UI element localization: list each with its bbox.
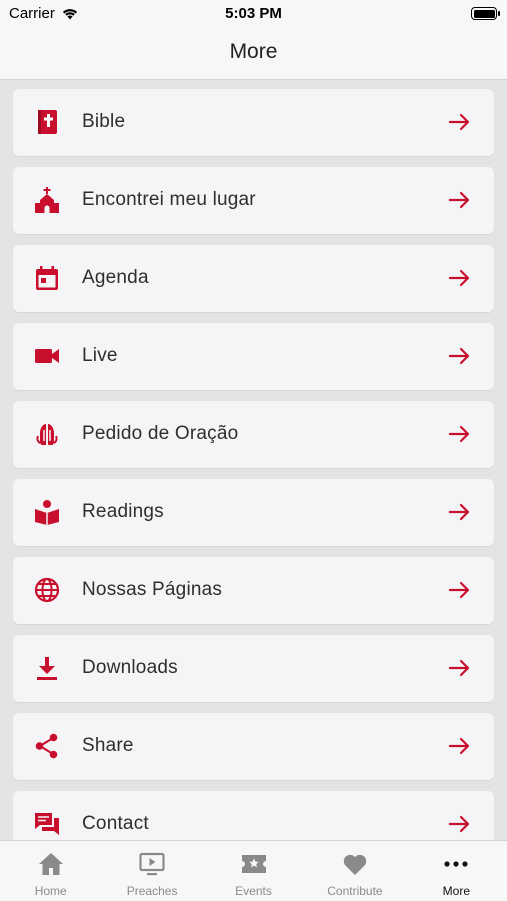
nav-bar: More — [0, 30, 507, 80]
menu-item-downloads[interactable]: Downloads — [13, 635, 494, 702]
menu-list[interactable]: Bible Encontrei meu lugar Agenda Live Pe… — [0, 80, 507, 840]
tab-bar: Home Preaches Events Contribute More — [0, 840, 507, 901]
tab-events[interactable]: Events — [203, 841, 304, 901]
menu-item-label: Contact — [82, 813, 149, 834]
globe-icon — [34, 577, 60, 603]
menu-item-label: Readings — [82, 501, 164, 522]
menu-item-label: Share — [82, 735, 134, 756]
menu-item-agenda[interactable]: Agenda — [13, 245, 494, 312]
tab-label: Events — [235, 884, 272, 898]
status-bar: Carrier 5:03 PM — [0, 0, 507, 30]
video-camera-icon — [35, 349, 59, 363]
battery-icon — [471, 7, 500, 20]
menu-item-live[interactable]: Live — [13, 323, 494, 390]
tab-home[interactable]: Home — [0, 841, 101, 901]
arrow-right-icon — [448, 269, 470, 287]
menu-item-label: Live — [82, 345, 118, 366]
tab-contribute[interactable]: Contribute — [304, 841, 405, 901]
menu-item-share[interactable]: Share — [13, 713, 494, 780]
menu-item-readings[interactable]: Readings — [13, 479, 494, 546]
page-title: More — [229, 40, 278, 63]
tab-preaches[interactable]: Preaches — [101, 841, 202, 901]
play-screen-icon — [139, 852, 165, 876]
menu-item-label: Agenda — [82, 267, 149, 288]
arrow-right-icon — [448, 815, 470, 833]
menu-item-bible[interactable]: Bible — [13, 89, 494, 156]
calendar-icon — [36, 266, 58, 290]
arrow-right-icon — [448, 581, 470, 599]
arrow-right-icon — [448, 113, 470, 131]
menu-item-label: Encontrei meu lugar — [82, 189, 256, 210]
menu-item-contact[interactable]: Contact — [13, 791, 494, 840]
tab-label: Preaches — [126, 884, 178, 898]
menu-item-nossas-paginas[interactable]: Nossas Páginas — [13, 557, 494, 624]
menu-item-encontrei[interactable]: Encontrei meu lugar — [13, 167, 494, 234]
menu-item-label: Nossas Páginas — [82, 579, 223, 600]
book-reader-icon — [35, 500, 59, 525]
menu-item-label: Pedido de Oração — [82, 423, 239, 444]
arrow-right-icon — [448, 347, 470, 365]
more-icon — [444, 861, 468, 867]
home-icon — [38, 853, 63, 875]
share-icon — [35, 733, 58, 759]
chat-icon — [35, 813, 59, 835]
menu-item-pedido[interactable]: Pedido de Oração — [13, 401, 494, 468]
tab-label: More — [442, 884, 470, 898]
tab-label: Contribute — [327, 884, 383, 898]
church-icon — [35, 187, 59, 213]
download-icon — [37, 657, 57, 680]
arrow-right-icon — [448, 425, 470, 443]
menu-item-label: Downloads — [82, 657, 178, 678]
status-time: 5:03 PM — [225, 5, 282, 22]
arrow-right-icon — [448, 191, 470, 209]
tab-label: Home — [34, 884, 67, 898]
ticket-icon — [241, 855, 266, 873]
arrow-right-icon — [448, 737, 470, 755]
praying-hands-icon — [36, 424, 58, 445]
heart-icon — [343, 854, 367, 875]
bible-icon — [38, 110, 57, 134]
menu-item-label: Bible — [82, 111, 126, 132]
arrow-right-icon — [448, 659, 470, 677]
arrow-right-icon — [448, 503, 470, 521]
tab-more[interactable]: More — [406, 841, 507, 901]
